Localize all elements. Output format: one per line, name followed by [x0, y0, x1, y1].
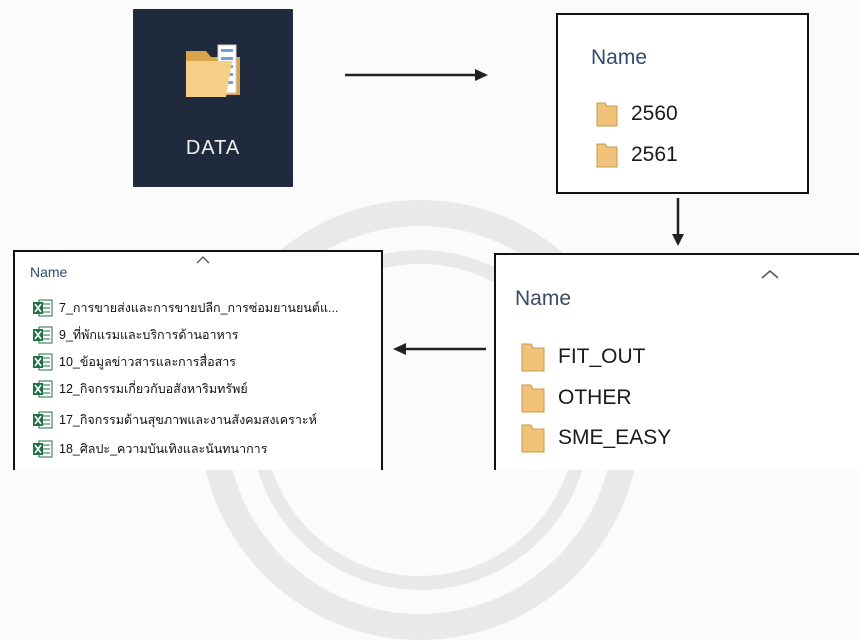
file-label: 7_การขายส่งและการขายปลีก_การซ่อมยานยนต์แ…: [59, 301, 339, 315]
file-label: 10_ข้อมูลข่าวสารและการสื่อสาร: [59, 355, 236, 369]
excel-file-icon: [33, 411, 53, 429]
arrow-left-icon: [393, 343, 486, 355]
list-item[interactable]: 7_การขายส่งและการขายปลีก_การซ่อมยานยนต์แ…: [33, 297, 338, 319]
list-item[interactable]: 17_กิจกรรมด้านสุขภาพและงานสังคมสงเคราะห์: [33, 409, 317, 431]
excel-file-icon: [33, 326, 53, 344]
file-label: 12_กิจกรรมเกี่ยวกับอสังหาริมทรัพย์: [59, 382, 248, 396]
list-item[interactable]: 12_กิจกรรมเกี่ยวกับอสังหาริมทรัพย์: [33, 378, 248, 400]
folder-icon: [186, 44, 240, 97]
years-folder-list: Name 2560 2561: [556, 13, 809, 194]
list-item[interactable]: FIT_OUT: [520, 340, 646, 374]
chevron-up-icon[interactable]: [761, 269, 779, 279]
folder-icon: [521, 384, 545, 413]
list-item[interactable]: 18_ศิลปะ_ความบันเทิงและนันทนาการ: [33, 438, 267, 460]
list-item[interactable]: 2560: [595, 99, 678, 129]
folder-label: 2561: [631, 143, 678, 166]
data-folder-label: DATA: [185, 137, 241, 159]
folder-icon: [521, 424, 545, 453]
list-item[interactable]: 2561: [595, 140, 678, 170]
name-column-header[interactable]: Name: [591, 46, 647, 70]
folder-icon: [596, 143, 618, 168]
list-item[interactable]: OTHER: [520, 381, 632, 415]
excel-file-icon: [33, 440, 53, 458]
folder-label: OTHER: [558, 386, 632, 409]
list-item[interactable]: 10_ข้อมูลข่าวสารและการสื่อสาร: [33, 351, 236, 373]
folder-icon: [596, 102, 618, 127]
arrow-down-icon: [672, 198, 684, 246]
arrow-right-icon: [345, 69, 488, 81]
file-label: 17_กิจกรรมด้านสุขภาพและงานสังคมสงเคราะห์: [59, 413, 317, 427]
folder-label: 2560: [631, 102, 678, 125]
excel-file-list: Name 7_การขายส่งและการขายปลีก_การซ่อมยาน…: [13, 250, 383, 470]
folder-icon: [521, 343, 545, 372]
categories-folder-list: Name FIT_OUT OTHER SME_EASY: [494, 253, 859, 470]
excel-file-icon: [33, 299, 53, 317]
name-column-header[interactable]: Name: [30, 264, 67, 280]
data-folder-tile[interactable]: DATA: [133, 9, 293, 187]
folder-label: SME_EASY: [558, 426, 672, 449]
excel-file-icon: [33, 353, 53, 371]
excel-file-icon: [33, 380, 53, 398]
file-label: 18_ศิลปะ_ความบันเทิงและนันทนาการ: [59, 442, 268, 456]
name-column-header[interactable]: Name: [515, 287, 571, 311]
chevron-up-icon[interactable]: [196, 256, 210, 264]
list-item[interactable]: SME_EASY: [520, 421, 671, 455]
list-item[interactable]: 9_ที่พักแรมและบริการด้านอาหาร: [33, 324, 239, 346]
file-label: 9_ที่พักแรมและบริการด้านอาหาร: [59, 328, 239, 342]
folder-label: FIT_OUT: [558, 345, 646, 368]
